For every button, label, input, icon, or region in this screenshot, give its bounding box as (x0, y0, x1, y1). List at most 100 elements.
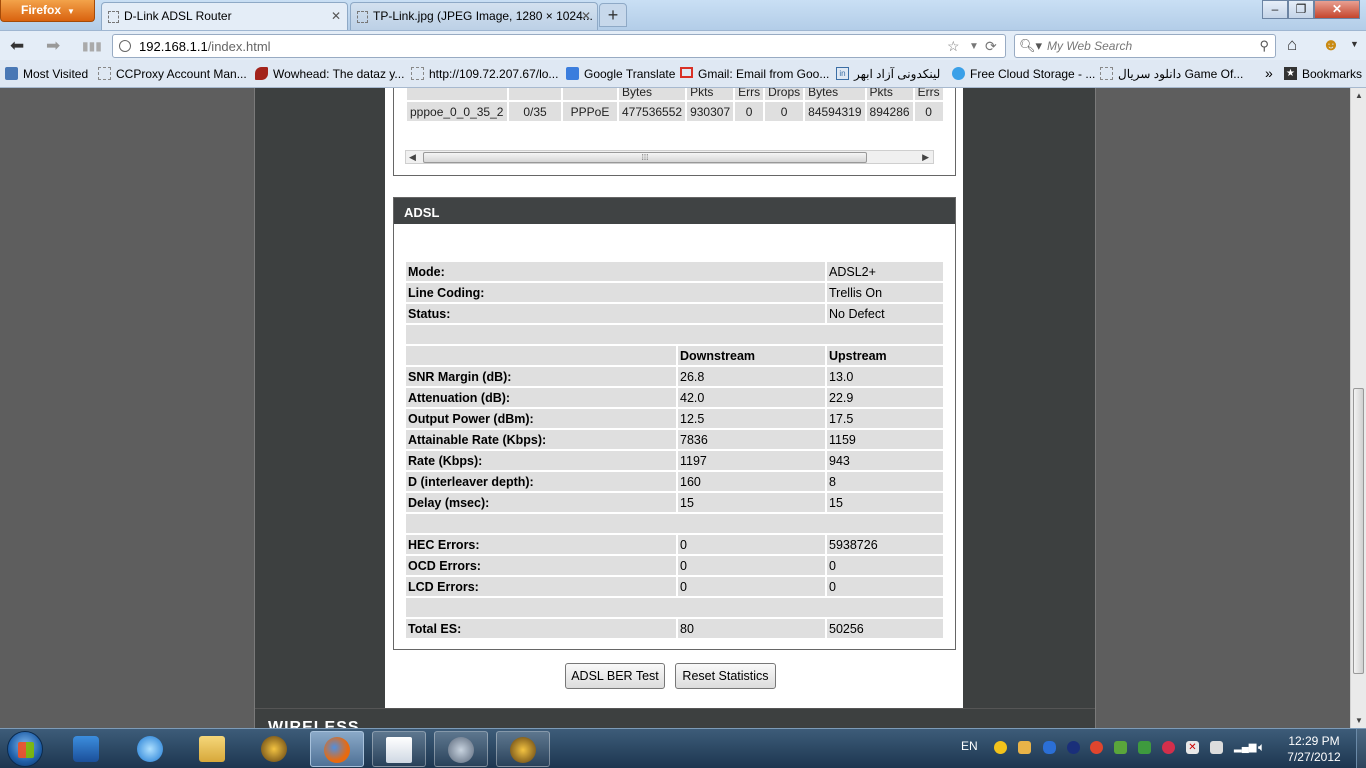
toolbar-menu-icon[interactable]: ▼ (1350, 39, 1359, 49)
table-row: Rate (Kbps): 1197 943 (406, 451, 943, 470)
document-icon (386, 737, 412, 763)
vpn-tray-icon[interactable] (1067, 741, 1080, 754)
explorer-taskbar-button[interactable] (186, 731, 240, 767)
bluetooth-icon[interactable] (1043, 741, 1056, 754)
close-tab-icon[interactable]: ✕ (581, 9, 591, 23)
bookmark-wowhead[interactable]: Wowhead: The dataz y... (255, 67, 404, 81)
page-icon (357, 11, 368, 23)
start-button[interactable] (7, 731, 43, 767)
home-icon[interactable]: ⌂ (1287, 35, 1297, 55)
next-section-strip: WIRELESS (255, 708, 1095, 728)
scroll-down-icon[interactable]: ▼ (1355, 716, 1363, 725)
windows-taskbar: EN ✕ ▂▄▆ 🔈︎ 12:29 PM 7/27/2012 (0, 728, 1366, 768)
wow-launcher-taskbar-button[interactable] (248, 731, 302, 767)
internet-explorer-taskbar-button[interactable] (124, 731, 178, 767)
download-tray-icon[interactable] (1114, 741, 1127, 754)
search-input[interactable] (1047, 39, 1247, 53)
bookmark-star-icon[interactable]: ☆ (947, 38, 960, 55)
bookmarks-menu-button[interactable]: ★ Bookmarks (1284, 67, 1362, 81)
reset-statistics-button[interactable]: Reset Statistics (675, 663, 776, 689)
scroll-left-icon[interactable]: ◀ (409, 151, 416, 163)
bookmark-linkdooni[interactable]: in لینکدونی آزاد ابهر (836, 67, 940, 81)
tab-tplink-image[interactable]: TP-Link.jpg (JPEG Image, 1280 × 1024... … (350, 2, 598, 30)
addon-monkey-icon[interactable]: ☻ (1322, 35, 1340, 55)
folder-tray-icon[interactable] (1018, 741, 1031, 754)
tx-errs-cell: 0 (914, 102, 943, 121)
firefox-menu-button[interactable]: Firefox ▼ (0, 0, 95, 22)
bookmark-cloud-storage[interactable]: Free Cloud Storage - ... (952, 67, 1095, 81)
blank-page-icon (411, 67, 424, 80)
bookmark-google-translate[interactable]: Google Translate (566, 67, 675, 81)
page-viewport: Bytes Pkts Errs Drops Bytes Pkts Errs pp… (0, 88, 1350, 728)
bookmarks-overflow-button[interactable]: » (1248, 65, 1273, 81)
minimize-icon[interactable]: – (1262, 0, 1288, 19)
new-tab-button[interactable]: + (599, 3, 627, 27)
signal-icon: ▮▮▮ (82, 39, 102, 53)
network-signal-icon[interactable]: ▂▄▆ (1234, 741, 1256, 754)
upstream-value: 13.0 (827, 367, 943, 386)
url-bar[interactable]: 192.168.1.1/index.html ☆ ▼ ⟳ (112, 34, 1006, 58)
bookmark-gmail[interactable]: Gmail: Email from Goo... (680, 67, 829, 81)
globe-icon (119, 40, 131, 52)
row-label: Line Coding: (406, 283, 825, 302)
clock-date: 7/27/2012 (1287, 750, 1341, 764)
bookmarks-toolbar: Most Visited CCProxy Account Man... Wowh… (0, 60, 1366, 88)
media-player-taskbar-button[interactable] (60, 731, 114, 767)
smiley-tray-icon[interactable] (994, 741, 1007, 754)
device-tray-icon[interactable] (1210, 741, 1223, 754)
downstream-value: 0 (678, 556, 825, 575)
network-tool-icon[interactable] (1090, 741, 1103, 754)
action-center-icon[interactable]: ✕ (1186, 741, 1199, 754)
history-dropdown-icon[interactable]: ▼ (969, 41, 979, 52)
downstream-value: 7836 (678, 430, 825, 449)
scrollbar-thumb[interactable] (1353, 388, 1364, 674)
rx-errs-cell: 0 (735, 102, 764, 121)
horizontal-scrollbar[interactable]: ◀ ⁞⁞⁞ ▶ (405, 150, 934, 164)
table-row: Output Power (dBm): 12.5 17.5 (406, 409, 943, 428)
bookmark-ip-address[interactable]: http://109.72.207.67/lo... (411, 67, 558, 81)
bookmarks-star-icon: ★ (1284, 67, 1297, 80)
back-arrow-icon[interactable]: ⬅ (10, 36, 24, 56)
bookmark-label: لینکدونی آزاد ابهر (854, 67, 941, 81)
downstream-value: 0 (678, 577, 825, 596)
upstream-value: 1159 (827, 430, 943, 449)
vertical-scrollbar[interactable]: ▲ ▼ (1350, 88, 1366, 728)
close-tab-icon[interactable]: ✕ (331, 9, 341, 23)
scroll-right-icon[interactable]: ▶ (922, 151, 929, 163)
search-bar[interactable]: 🔍︎▾ ⚲ (1014, 34, 1276, 58)
vpi-vci-cell: 0/35 (509, 102, 561, 121)
tx-pkts-cell: 894286 (866, 102, 913, 121)
security-tray-icon[interactable] (1138, 741, 1151, 754)
bookmark-ccproxy[interactable]: CCProxy Account Man... (98, 67, 247, 81)
tab-title: D-Link ADSL Router (124, 9, 232, 23)
most-visited-icon (5, 67, 18, 80)
spacer-row (406, 598, 943, 617)
search-engine-icon[interactable]: 🔍︎▾ (1019, 38, 1042, 54)
upstream-value: 5938726 (827, 535, 943, 554)
firefox-taskbar-button[interactable] (310, 731, 364, 767)
antivirus-tray-icon[interactable] (1162, 741, 1175, 754)
folder-icon (199, 736, 225, 762)
scrollbar-thumb[interactable]: ⁞⁞⁞ (423, 152, 867, 163)
row-label: OCD Errors: (406, 556, 676, 575)
bookmark-game-of-thrones[interactable]: دانلود سریال Game Of... (1100, 67, 1243, 81)
scroll-up-icon[interactable]: ▲ (1355, 91, 1363, 100)
close-window-icon[interactable]: ✕ (1314, 0, 1360, 19)
volume-icon[interactable]: 🔈︎ (1258, 741, 1271, 754)
search-go-icon[interactable]: ⚲ (1259, 38, 1269, 54)
document-taskbar-button[interactable] (372, 731, 426, 767)
tab-dlink-router[interactable]: D-Link ADSL Router ✕ (101, 2, 348, 30)
maximize-icon[interactable]: ❐ (1288, 0, 1314, 19)
reload-icon[interactable]: ⟳ (985, 38, 997, 55)
adsl-ber-test-button[interactable]: ADSL BER Test (565, 663, 665, 689)
row-label: Rate (Kbps): (406, 451, 676, 470)
upstream-value: 8 (827, 472, 943, 491)
show-desktop-button[interactable] (1356, 729, 1366, 768)
language-indicator[interactable]: EN (961, 739, 978, 753)
system-clock[interactable]: 12:29 PM 7/27/2012 (1282, 733, 1346, 765)
forward-arrow-icon[interactable]: ➡ (46, 36, 60, 56)
wow-game-taskbar-button[interactable] (496, 731, 550, 767)
upstream-value: 50256 (827, 619, 943, 638)
bookmark-most-visited[interactable]: Most Visited (5, 67, 88, 81)
teamspeak-taskbar-button[interactable] (434, 731, 488, 767)
